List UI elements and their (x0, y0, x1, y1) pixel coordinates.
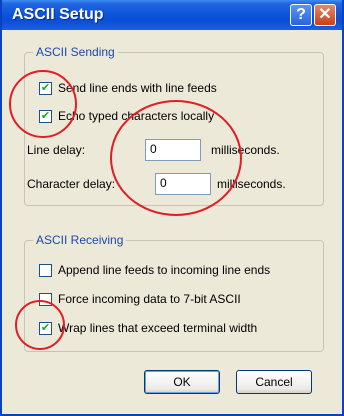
title-bar[interactable]: ASCII Setup ? ✕ (2, 0, 342, 30)
char-delay-label: Character delay: (27, 177, 116, 191)
cancel-button[interactable]: Cancel (236, 370, 312, 394)
ok-button[interactable]: OK (144, 370, 220, 394)
wrap-lines-label: Wrap lines that exceed terminal width (58, 321, 258, 335)
annotation-circle (9, 70, 77, 138)
append-line-feeds-checkbox[interactable] (39, 263, 52, 277)
ascii-setup-dialog: ASCII Setup ? ✕ ASCII Sending ✔ Send lin… (0, 0, 344, 416)
line-delay-label: Line delay: (27, 143, 86, 157)
annotation-circle (110, 100, 242, 216)
wrap-lines-option[interactable]: ✔ Wrap lines that exceed terminal width (39, 321, 257, 335)
ascii-receiving-legend: ASCII Receiving (33, 233, 127, 247)
close-icon[interactable]: ✕ (314, 4, 336, 26)
force-7bit-option[interactable]: Force incoming data to 7-bit ASCII (39, 292, 241, 306)
force-7bit-label: Force incoming data to 7-bit ASCII (58, 292, 241, 306)
ascii-sending-legend: ASCII Sending (33, 45, 118, 59)
window-title: ASCII Setup (12, 6, 104, 23)
append-line-feeds-option[interactable]: Append line feeds to incoming line ends (39, 263, 270, 277)
annotation-circle (15, 300, 65, 350)
append-line-feeds-label: Append line feeds to incoming line ends (58, 263, 271, 277)
ascii-receiving-group: ASCII Receiving Append line feeds to inc… (24, 233, 324, 352)
send-line-ends-label: Send line ends with line feeds (58, 81, 217, 95)
help-icon[interactable]: ? (290, 4, 312, 26)
